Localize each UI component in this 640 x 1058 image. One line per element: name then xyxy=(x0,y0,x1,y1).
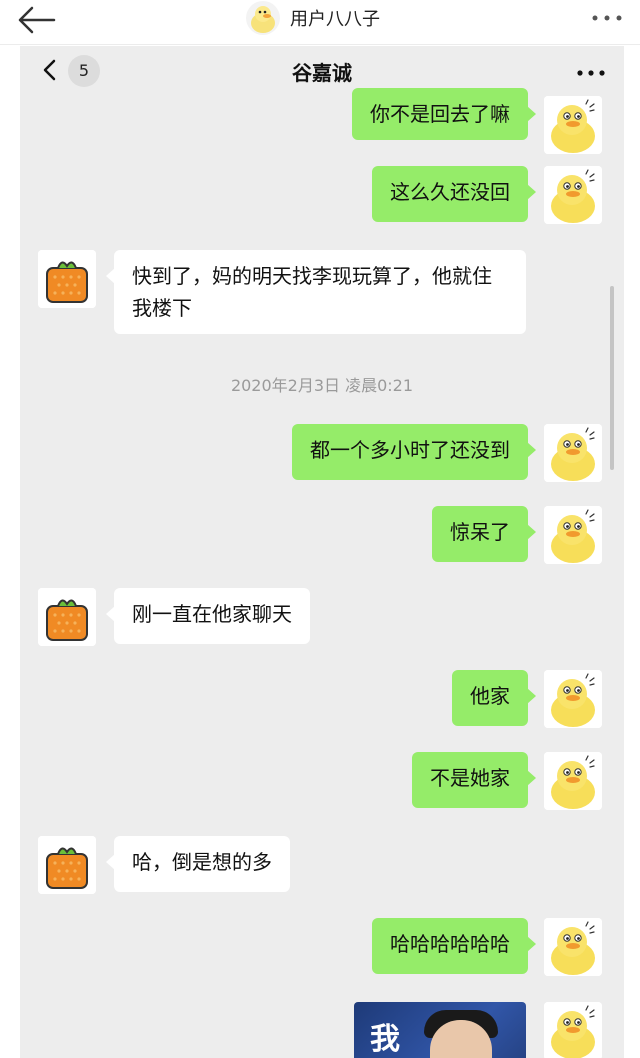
duck-avatar-icon[interactable] xyxy=(544,506,602,564)
chat-header: 5 谷嘉诚 xyxy=(20,46,624,96)
chat-screen: 5 谷嘉诚 你不是回去了嘛 这么久还没回 快到了，妈的明天找李现玩算了，他就住我… xyxy=(20,46,624,1058)
outer-username: 用户八八子 xyxy=(290,9,380,30)
orange-gift-avatar-icon[interactable] xyxy=(38,836,96,894)
message-bubble[interactable]: 都一个多小时了还没到 xyxy=(292,424,536,480)
duck-avatar-icon[interactable] xyxy=(544,1002,602,1058)
outer-top-bar: 用户八八子 xyxy=(0,0,640,45)
more-dots-icon[interactable] xyxy=(590,8,624,28)
duck-avatar-icon[interactable] xyxy=(544,96,602,154)
image-caption-text: 我 xyxy=(370,1022,400,1057)
message-bubble[interactable]: 哈，倒是想的多 xyxy=(106,836,290,892)
message-bubble[interactable]: 快到了，妈的明天找李现玩算了，他就住我楼下 xyxy=(106,250,526,334)
duck-avatar-icon xyxy=(246,1,280,35)
duck-avatar-icon[interactable] xyxy=(544,424,602,482)
timestamp: 2020年2月3日 凌晨0:21 xyxy=(230,376,414,395)
duck-avatar-icon[interactable] xyxy=(544,670,602,728)
message-bubble[interactable]: 你不是回去了嘛 xyxy=(352,88,536,140)
message-bubble[interactable]: 不是她家 xyxy=(412,752,536,808)
message-bubble[interactable]: 惊呆了 xyxy=(432,506,536,562)
duck-avatar-icon[interactable] xyxy=(544,918,602,976)
message-bubble[interactable]: 刚一直在他家聊天 xyxy=(106,588,310,644)
orange-gift-avatar-icon[interactable] xyxy=(38,588,96,646)
message-bubble[interactable]: 他家 xyxy=(452,670,536,726)
message-bubble[interactable]: 哈哈哈哈哈哈 xyxy=(372,918,536,974)
arrow-left-icon[interactable] xyxy=(14,2,58,38)
orange-gift-avatar-icon[interactable] xyxy=(38,250,96,308)
message-bubble[interactable]: 这么久还没回 xyxy=(372,166,536,222)
duck-avatar-icon[interactable] xyxy=(544,752,602,810)
image-message[interactable]: 我 xyxy=(354,1002,526,1058)
more-dots-icon[interactable] xyxy=(576,64,606,76)
chat-title: 谷嘉诚 xyxy=(292,61,352,85)
duck-avatar-icon[interactable] xyxy=(544,166,602,224)
outer-user-info[interactable]: 用户八八子 xyxy=(246,0,380,36)
